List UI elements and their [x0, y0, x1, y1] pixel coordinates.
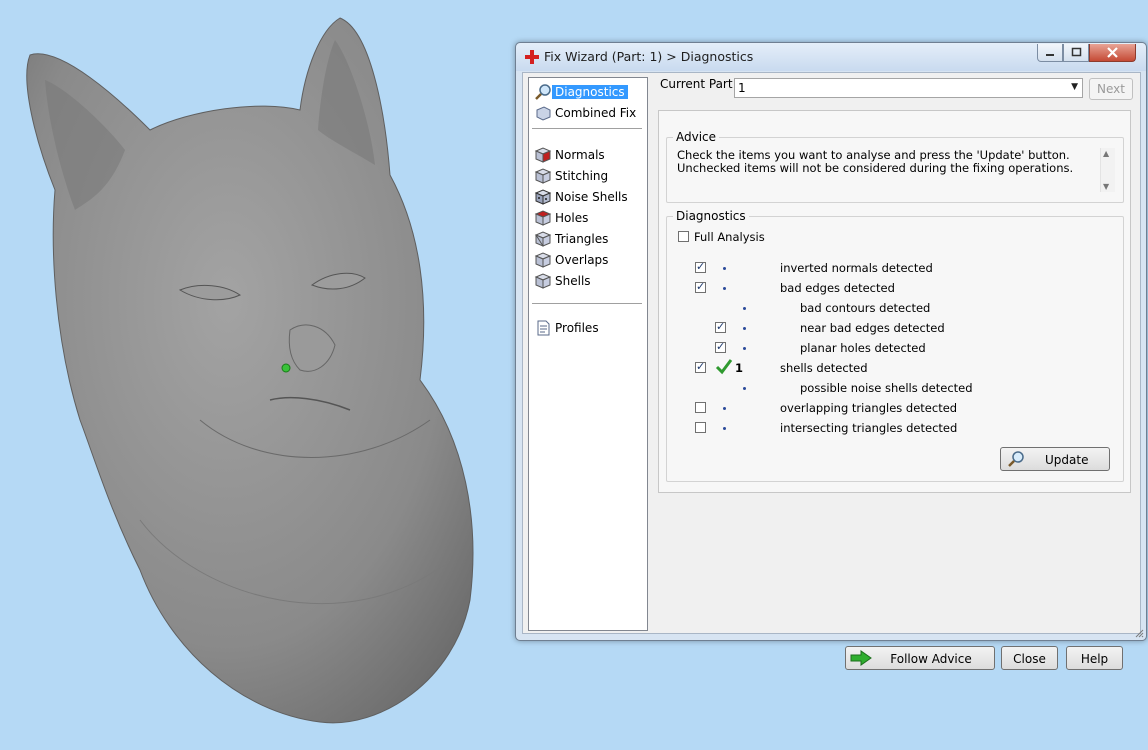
- advice-scrollbar[interactable]: ▲ ▼: [1100, 148, 1115, 192]
- checkmark-icon: ✓: [696, 280, 706, 293]
- overlaps-cube-icon: [534, 252, 552, 268]
- checkmark-icon: ✓: [716, 340, 726, 353]
- normals-cube-icon: [534, 147, 552, 163]
- advice-text: Check the items you want to analyse and …: [677, 148, 1074, 175]
- checkmark-icon: ✓: [696, 360, 706, 373]
- advice-group: Advice Check the items you want to analy…: [666, 130, 1124, 203]
- holes-cube-icon: [534, 210, 552, 226]
- nav-item-normals[interactable]: Normals: [533, 145, 641, 165]
- current-part-select[interactable]: 1 ▼: [734, 78, 1083, 98]
- nav-item-combined-fix[interactable]: Combined Fix: [533, 103, 641, 123]
- status-dot: [743, 387, 746, 390]
- help-button[interactable]: Help: [1066, 646, 1123, 670]
- minimize-button[interactable]: [1037, 44, 1063, 62]
- diagnostic-label: inverted normals detected: [780, 261, 933, 275]
- wizard-navigation: Diagnostics Combined Fix Normals Stitchi: [528, 77, 648, 631]
- diagnostic-label: bad contours detected: [800, 301, 931, 315]
- shells-cube-icon: [534, 273, 552, 289]
- fix-wizard-dialog: Fix Wizard (Part: 1) > Diagnostics Diagn…: [515, 42, 1147, 670]
- checkmark-icon: ✓: [696, 260, 706, 273]
- status-dot: [743, 347, 746, 350]
- status-dot: [723, 267, 726, 270]
- follow-advice-button[interactable]: Follow Advice: [845, 646, 995, 670]
- window-title: Fix Wizard (Part: 1) > Diagnostics: [544, 49, 754, 64]
- status-dot: [743, 307, 746, 310]
- nav-item-triangles[interactable]: Triangles: [533, 229, 641, 249]
- diagnostic-label: shells detected: [780, 361, 868, 375]
- diagnostic-checkbox[interactable]: ✓: [695, 280, 706, 293]
- nav-item-shells[interactable]: Shells: [533, 271, 641, 291]
- maximize-button[interactable]: [1063, 44, 1089, 62]
- diagnostic-label: bad edges detected: [780, 281, 895, 295]
- nav-separator: [532, 128, 642, 129]
- status-dot: [723, 427, 726, 430]
- diagnostic-label: near bad edges detected: [800, 321, 945, 335]
- status-dot: [723, 407, 726, 410]
- cat-head-model: [26, 17, 474, 724]
- combined-fix-icon: [536, 106, 551, 121]
- next-button[interactable]: Next: [1089, 78, 1133, 100]
- title-bar[interactable]: Fix Wizard (Part: 1) > Diagnostics: [516, 43, 1146, 71]
- follow-advice-label: Follow Advice: [890, 652, 972, 666]
- diagnostics-title: Diagnostics: [673, 209, 749, 223]
- diagnostic-checkbox[interactable]: ✓: [715, 320, 726, 333]
- diagnostic-checkbox[interactable]: ✓: [715, 340, 726, 353]
- scroll-down-icon[interactable]: ▼: [1103, 182, 1109, 191]
- full-analysis-label: Full Analysis: [694, 230, 765, 244]
- checkmark-icon: ✓: [716, 320, 726, 333]
- diagnostic-checkbox[interactable]: [695, 402, 706, 413]
- advice-title: Advice: [673, 130, 720, 144]
- 3d-viewport[interactable]: [0, 0, 510, 747]
- current-part-value: 1: [738, 81, 746, 95]
- nav-separator: [532, 303, 642, 304]
- diagnostic-checkbox[interactable]: [695, 422, 706, 433]
- diagnostic-label: possible noise shells detected: [800, 381, 973, 395]
- diagnostic-label: intersecting triangles detected: [780, 421, 958, 435]
- help-label: Help: [1080, 652, 1109, 666]
- diagnostics-group: Diagnostics Full Analysis Update ✓ invert…: [666, 209, 1124, 482]
- status-dot: [723, 287, 726, 290]
- noise-shells-cube-icon: [534, 189, 552, 205]
- update-label: Update: [1045, 453, 1089, 467]
- chevron-down-icon: ▼: [1071, 82, 1078, 92]
- nav-item-stitching[interactable]: Stitching: [533, 166, 641, 186]
- diagnostics-panel: Advice Check the items you want to analy…: [658, 110, 1131, 493]
- profiles-document-icon: [537, 320, 550, 336]
- diagnostic-label: overlapping triangles detected: [780, 401, 958, 415]
- update-button[interactable]: Update: [1000, 447, 1110, 471]
- triangles-cube-icon: [534, 231, 552, 247]
- stitching-cube-icon: [534, 168, 552, 184]
- dialog-client-area: Diagnostics Combined Fix Normals Stitchi: [522, 72, 1141, 670]
- nav-item-diagnostics[interactable]: Diagnostics: [533, 82, 641, 102]
- diagnostic-label: planar holes detected: [800, 341, 926, 355]
- minimize-icon: [1046, 54, 1054, 56]
- status-dot: [743, 327, 746, 330]
- current-part-label: Current Part:: [660, 77, 737, 91]
- diagnostics-magnifier-icon: [535, 84, 551, 100]
- nav-item-holes[interactable]: Holes: [533, 208, 641, 228]
- diagnostic-checkbox[interactable]: ✓: [695, 260, 706, 273]
- close-label: Close: [1013, 652, 1046, 666]
- window-close-button[interactable]: [1089, 44, 1136, 62]
- close-button[interactable]: Close: [1001, 646, 1058, 670]
- close-x-icon: [1107, 47, 1118, 58]
- red-cross-icon: [525, 50, 539, 64]
- result-count: 1: [735, 361, 744, 375]
- nav-item-profiles[interactable]: Profiles: [533, 318, 641, 338]
- maximize-icon: [1071, 47, 1082, 57]
- resize-grip-icon[interactable]: [1134, 628, 1144, 638]
- magnifier-icon: [1008, 451, 1024, 467]
- scroll-up-icon[interactable]: ▲: [1103, 149, 1109, 158]
- nav-item-overlaps[interactable]: Overlaps: [533, 250, 641, 270]
- full-analysis-checkbox[interactable]: [678, 231, 689, 242]
- diagnostic-checkbox[interactable]: ✓: [695, 360, 706, 373]
- nav-item-noise-shells[interactable]: Noise Shells: [533, 187, 641, 207]
- green-check-icon: [715, 359, 733, 375]
